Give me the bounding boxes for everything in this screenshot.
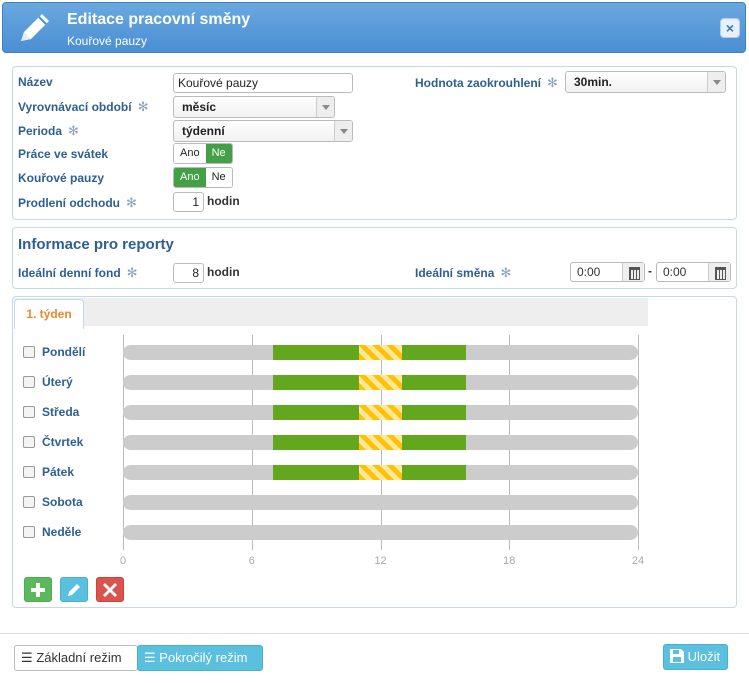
day-timeline-track[interactable] (123, 525, 638, 540)
ideal-shift-separator: - (648, 264, 652, 278)
close-icon (103, 583, 117, 597)
smoke-breaks-yes[interactable]: Ano (174, 168, 206, 187)
smoke-break-segment[interactable] (359, 375, 402, 390)
ideal-shift-from-input[interactable]: 0:00 (570, 262, 645, 282)
edit-button[interactable] (60, 577, 88, 602)
day-timeline-track[interactable] (123, 465, 638, 480)
day-checkbox[interactable] (23, 406, 35, 418)
pencil-icon (68, 584, 80, 596)
smoke-break-segment[interactable] (359, 465, 402, 480)
list-icon: ☰ (144, 650, 156, 665)
leave-extension-label: Prodlení odchodu ✻ (18, 195, 137, 210)
leave-extension-input[interactable]: 1 (173, 192, 204, 212)
day-checkbox[interactable] (23, 436, 35, 448)
chevron-down-icon (334, 121, 352, 141)
calendar-icon[interactable] (708, 263, 730, 281)
calendar-icon[interactable] (622, 263, 644, 281)
leave-extension-unit: hodin (207, 194, 240, 208)
smoke-break-segment[interactable] (359, 345, 402, 360)
pencil-icon (21, 14, 49, 41)
holiday-work-label: Práce ve svátek (18, 147, 109, 161)
name-label: Název (18, 75, 53, 89)
balancing-period-label: Vyrovnávací období ✻ (18, 99, 149, 114)
close-button[interactable]: × (720, 18, 740, 38)
dialog-title: Editace pracovní směny (67, 11, 251, 28)
smoke-breaks-label: Kouřové pauzy (18, 171, 105, 185)
required-icon: ✻ (500, 265, 512, 280)
dialog-subtitle: Kouřové pauzy (67, 34, 148, 48)
day-timeline-track[interactable] (123, 495, 638, 510)
day-label: Pátek (42, 465, 75, 479)
period-select[interactable]: týdenní (173, 120, 353, 142)
save-button[interactable]: Uložit (663, 644, 728, 670)
add-button[interactable] (24, 577, 52, 602)
smoke-break-segment[interactable] (359, 435, 402, 450)
footer-divider (0, 633, 749, 634)
day-label: Neděle (42, 525, 82, 539)
floppy-icon (670, 649, 684, 663)
holiday-work-no[interactable]: Ne (205, 144, 232, 163)
smoke-break-segment[interactable] (359, 405, 402, 420)
chevron-down-icon (707, 72, 725, 92)
period-label: Perioda ✻ (18, 123, 79, 138)
day-timeline-track[interactable] (123, 435, 638, 450)
day-checkbox[interactable] (23, 526, 35, 538)
required-icon: ✻ (126, 265, 138, 280)
daily-fund-input[interactable]: 8 (173, 263, 204, 283)
day-timeline-track[interactable] (123, 405, 638, 420)
basic-mode-button[interactable]: ☰ Základní režim (14, 645, 138, 671)
day-timeline-track[interactable] (123, 345, 638, 360)
daily-fund-label: Ideální denní fond ✻ (18, 265, 138, 280)
daily-fund-unit: hodin (207, 265, 240, 279)
plus-icon (31, 583, 45, 597)
required-icon: ✻ (126, 195, 137, 210)
day-label: Úterý (42, 375, 73, 389)
day-checkbox[interactable] (23, 466, 35, 478)
holiday-work-toggle[interactable]: Ano Ne (173, 143, 233, 164)
weekly-schedule-chart: Pondělí Úterý Středa Čtvrtek Pátek Sobota Nedě… (14, 327, 648, 607)
axis-tick-label: 0 (119, 555, 127, 567)
tab-week-1[interactable]: 1. týden (14, 299, 84, 329)
day-label: Pondělí (42, 345, 86, 359)
grid-line (638, 335, 639, 550)
ideal-shift-label: Ideální směna ✻ (415, 265, 512, 280)
axis-tick-label: 12 (374, 555, 387, 567)
day-timeline-track[interactable] (123, 375, 638, 390)
name-input[interactable]: Kouřové pauzy (173, 73, 353, 93)
advanced-mode-button[interactable]: ☰ Pokročilý režim (137, 645, 263, 671)
ideal-shift-to-input[interactable]: 0:00 (656, 262, 731, 282)
day-label: Čtvrtek (42, 435, 84, 449)
required-icon: ✻ (547, 75, 558, 90)
day-checkbox[interactable] (23, 346, 35, 358)
reports-title: Informace pro reporty (18, 236, 174, 253)
list-icon: ☰ (21, 650, 33, 665)
axis-tick-label: 6 (248, 555, 255, 567)
day-checkbox[interactable] (23, 496, 35, 508)
delete-button[interactable] (96, 577, 124, 602)
axis-tick-label: 18 (503, 555, 516, 567)
rounding-select[interactable]: 30min. (565, 71, 726, 93)
smoke-breaks-no[interactable]: Ne (205, 168, 232, 187)
smoke-breaks-toggle[interactable]: Ano Ne (173, 167, 233, 188)
axis-tick-label: 24 (631, 555, 645, 567)
chevron-down-icon (316, 97, 334, 117)
balancing-period-select[interactable]: měsíc (173, 96, 335, 118)
holiday-work-yes[interactable]: Ano (174, 144, 206, 163)
day-label: Středa (42, 405, 80, 419)
required-icon: ✻ (68, 123, 79, 138)
dialog-titlebar: Editace pracovní směny Kouřové pauzy × (2, 2, 746, 53)
rounding-label: Hodnota zaokrouhlení ✻ (415, 75, 558, 90)
required-icon: ✻ (137, 99, 149, 114)
day-checkbox[interactable] (23, 376, 35, 388)
day-label: Sobota (42, 495, 83, 509)
week-tabbar (14, 298, 648, 326)
